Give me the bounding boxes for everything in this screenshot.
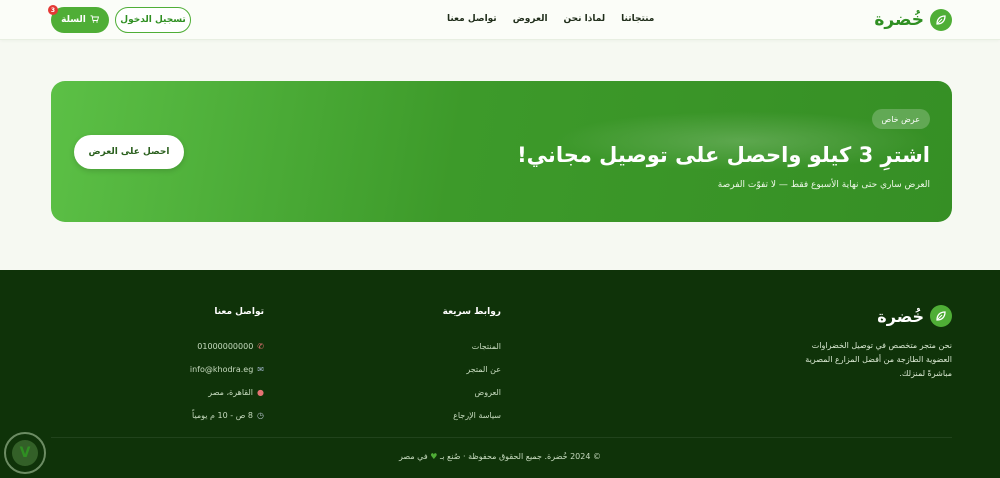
contact-title: تواصل معنا [214,307,264,317]
quick-links: روابط سريعة المنتجات عن المتجر العروض سي… [443,307,501,427]
cart-icon [90,15,99,25]
watermark-badge-icon: V [4,432,46,474]
contact-info: تواصل معنا ✆ 01000000000 ✉ info@khodra.e… [190,307,264,427]
pin-icon: ● [257,388,264,397]
heart-icon: ♥ [430,452,438,461]
contact-email[interactable]: ✉ info@khodra.eg [190,358,264,381]
footer-brand[interactable]: خُضرة [877,305,952,327]
cart-label: السلة [61,15,86,25]
footer-link-products[interactable]: المنتجات [443,335,501,358]
get-offer-button[interactable]: احصل على العرض [74,135,184,169]
copyright-end: في مصر [399,452,428,461]
copyright-text: © 2024 خُضرة. جميع الحقوق محفوظة · صُنع … [439,452,601,461]
leaf-icon [930,305,952,327]
footer-link-returns[interactable]: سياسة الإرجاع [443,404,501,427]
brand-name: خُضرة [874,10,924,30]
phone-icon: ✆ [257,342,264,351]
clock-icon: ◷ [257,411,264,420]
phone-number: 01000000000 [197,342,254,351]
nav-offers[interactable]: العروض [513,14,548,24]
hours-text: 8 ص - 10 م يومياً [192,411,254,420]
email-icon: ✉ [257,365,264,374]
site-header: خُضرة منتجاتنا لماذا نحن العروض تواصل مع… [0,0,1000,40]
promo-tag: عرض خاص [871,109,930,129]
main-nav: منتجاتنا لماذا نحن العروض تواصل معنا [447,14,654,24]
promo-banner: عرض خاص اشترِ 3 كيلو واحصل على توصيل مجا… [51,81,952,222]
promo-subtitle: العرض ساري حتى نهاية الأسبوع فقط — لا تف… [717,180,930,190]
cart-button[interactable]: السلة [51,7,109,33]
nav-products[interactable]: منتجاتنا [621,14,654,24]
quick-links-title: روابط سريعة [442,307,501,317]
brand-logo[interactable]: خُضرة [874,9,952,31]
nav-why-us[interactable]: لماذا نحن [564,14,606,24]
address-text: القاهرة، مصر [208,388,254,397]
email-address: info@khodra.eg [189,365,254,374]
leaf-icon [930,9,952,31]
footer-brand-name: خُضرة [877,306,924,326]
nav-contact[interactable]: تواصل معنا [447,14,497,24]
footer-divider [51,437,952,438]
contact-phone[interactable]: ✆ 01000000000 [190,335,264,358]
promo-title: اشترِ 3 كيلو واحصل على توصيل مجاني! [517,143,930,167]
login-button[interactable]: تسجيل الدخول [115,7,191,33]
footer-link-about[interactable]: عن المتجر [443,358,501,381]
cart-count-badge: 3 [48,5,58,15]
contact-address: ● القاهرة، مصر [190,381,264,404]
site-footer: خُضرة نحن متجر متخصص في توصيل الخضراوات … [0,270,1000,478]
footer-about: نحن متجر متخصص في توصيل الخضراوات العضوي… [805,341,952,378]
copyright: © 2024 خُضرة. جميع الحقوق محفوظة · صُنع … [0,452,1000,461]
footer-link-offers[interactable]: العروض [443,381,501,404]
contact-hours: ◷ 8 ص - 10 م يومياً [190,404,264,427]
watermark-v-icon: V [12,440,38,466]
